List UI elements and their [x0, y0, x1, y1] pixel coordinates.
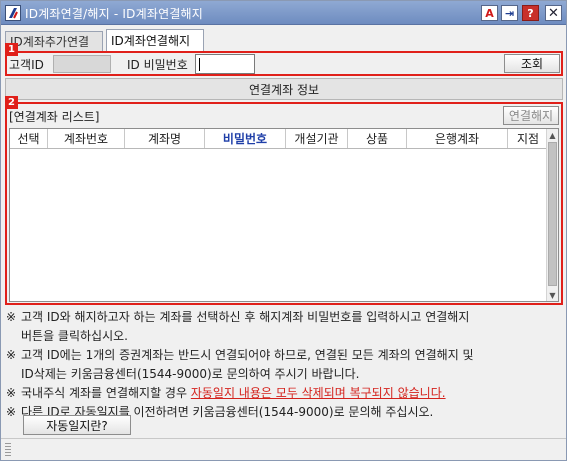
text-caret — [199, 58, 200, 71]
scroll-up-icon[interactable]: ▲ — [547, 129, 558, 141]
note-1-continued: 버튼을 클릭하십시오. — [21, 329, 128, 343]
notes-section: ※ 고객 ID와 해지하고자 하는 계좌를 선택하신 후 해지계좌 비밀번호를 입… — [6, 308, 562, 428]
note-2: ※ 고객 ID에는 1개의 증권계좌는 반드시 연결되어야 하므로, 연결된 모든… — [6, 348, 474, 362]
col-product[interactable]: 상품 — [348, 129, 407, 148]
col-institution[interactable]: 개설기관 — [286, 129, 348, 148]
resize-grip-icon[interactable] — [5, 443, 11, 457]
app-logo-icon — [5, 5, 21, 21]
step-marker-1: 1 — [5, 43, 18, 56]
table-header: 선택 계좌번호 계좌명 비밀번호 개설기관 상품 은행계좌 지점 — [10, 129, 548, 149]
deletion-warning: 자동일지 내용은 모두 삭제되며 복구되지 않습니다. — [190, 386, 446, 400]
note-2-continued: ID삭제는 키움금융센터(1544-9000)로 문의하여 주시기 바랍니다. — [21, 367, 360, 381]
col-branch[interactable]: 지점 — [508, 129, 548, 148]
col-account-name[interactable]: 계좌명 — [125, 129, 205, 148]
col-password[interactable]: 비밀번호 — [205, 129, 286, 148]
tab-add-link[interactable]: ID계좌추가연결 — [5, 31, 103, 51]
linked-account-list-panel: [연결계좌 리스트] 연결해지 선택 계좌번호 계좌명 비밀번호 개설기관 상품… — [5, 102, 563, 305]
title-bar[interactable]: ID계좌연결/해지 - ID계좌연결해지 A ⇥ ? ✕ — [1, 1, 566, 25]
col-account-number[interactable]: 계좌번호 — [48, 129, 125, 148]
window-title: ID계좌연결/해지 - ID계좌연결해지 — [25, 7, 204, 21]
scroll-thumb[interactable] — [548, 142, 557, 286]
help-icon[interactable]: ? — [522, 5, 539, 21]
col-select[interactable]: 선택 — [10, 129, 48, 148]
tab-unlink[interactable]: ID계좌연결해지 — [106, 29, 204, 51]
tab-bar: ID계좌추가연결 ID계좌연결해지 — [5, 29, 563, 51]
unlink-button[interactable]: 연결해지 — [503, 106, 559, 125]
pin-icon[interactable]: ⇥ — [501, 5, 518, 21]
note-3: ※ 국내주식 계좌를 연결해지할 경우 자동일지 내용은 모두 삭제되며 복구되지… — [6, 386, 446, 400]
note-1: ※ 고객 ID와 해지하고자 하는 계좌를 선택하신 후 해지계좌 비밀번호를 입… — [6, 310, 470, 324]
customer-id-label: 고객ID — [9, 58, 44, 72]
scroll-down-icon[interactable]: ▼ — [547, 289, 558, 301]
col-bank-account[interactable]: 은행계좌 — [407, 129, 508, 148]
close-icon[interactable]: ✕ — [545, 5, 562, 21]
linked-account-info-header: 연결계좌 정보 — [5, 78, 563, 100]
font-size-icon[interactable]: A — [481, 5, 498, 21]
account-table[interactable]: 선택 계좌번호 계좌명 비밀번호 개설기관 상품 은행계좌 지점 ▲ ▼ — [9, 128, 559, 302]
vertical-scrollbar[interactable]: ▲ ▼ — [546, 129, 558, 301]
customer-id-field[interactable] — [53, 55, 111, 73]
search-panel: 고객ID ID 비밀번호 조회 — [5, 51, 563, 76]
query-button[interactable]: 조회 — [504, 54, 560, 73]
id-password-field[interactable] — [195, 54, 255, 74]
auto-journal-help-button[interactable]: 자동일지란? — [23, 415, 131, 435]
status-bar — [1, 438, 566, 460]
id-password-label: ID 비밀번호 — [127, 58, 188, 72]
list-title: [연결계좌 리스트] — [9, 110, 100, 124]
step-marker-2: 2 — [5, 96, 18, 109]
app-window: ID계좌연결/해지 - ID계좌연결해지 A ⇥ ? ✕ ID계좌추가연결 ID… — [0, 0, 567, 461]
